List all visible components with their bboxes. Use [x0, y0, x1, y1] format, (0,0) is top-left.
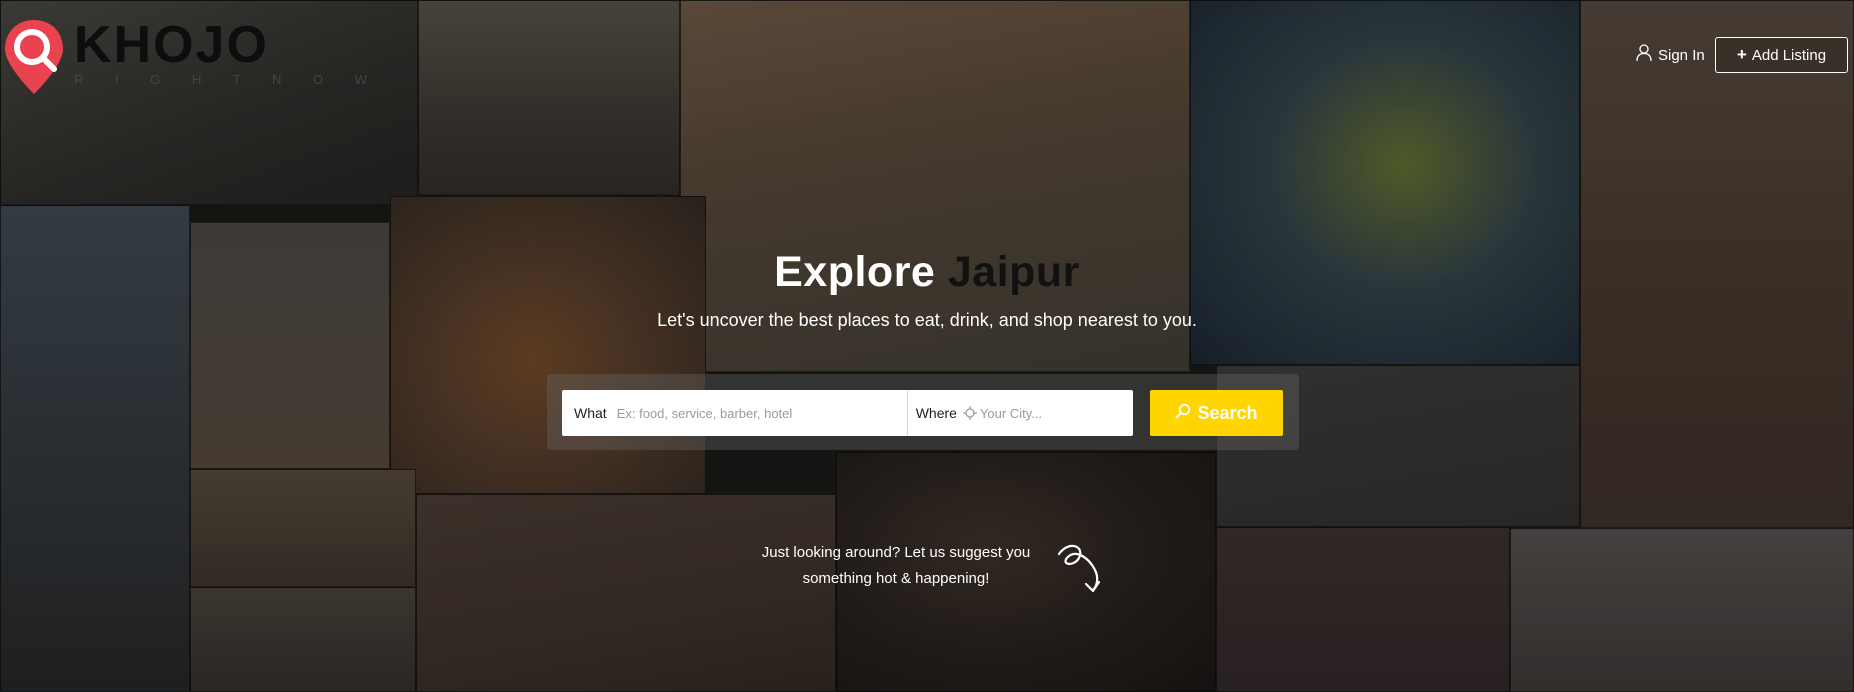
add-listing-label: Add Listing — [1751, 46, 1827, 64]
logo[interactable]: KHOJO R I G H T N O W — [2, 18, 381, 96]
user-icon — [1636, 44, 1652, 66]
logo-tagline: R I G H T N O W — [74, 72, 382, 87]
plus-icon: + — [1736, 45, 1747, 64]
logo-word: KHOJO — [74, 16, 269, 74]
curly-arrow-icon — [1055, 540, 1111, 596]
hero-title: Explore Jaipur — [0, 248, 1854, 297]
add-listing-button[interactable]: + Add Listing — [1715, 37, 1848, 73]
search-icon — [1175, 403, 1191, 424]
search-button-label: Search — [1197, 402, 1258, 423]
hero-title-city: Jaipur — [947, 248, 1080, 296]
what-input[interactable] — [616, 390, 907, 436]
search-bar: What Where — [562, 390, 1133, 436]
hero-subtitle: Let's uncover the best places to eat, dr… — [657, 310, 1197, 330]
search-button[interactable]: Search — [1150, 390, 1283, 436]
signin-link[interactable]: Sign In — [1636, 44, 1705, 66]
hero-title-prefix: Explore — [774, 248, 936, 296]
logo-text: KHOJO R I G H T N O W — [74, 16, 382, 87]
signin-label: Sign In — [1658, 46, 1705, 64]
target-icon — [962, 406, 977, 420]
what-label: What — [574, 405, 607, 421]
where-field[interactable]: Where — [908, 390, 1100, 436]
map-pin-search-icon — [2, 18, 66, 96]
where-input[interactable] — [979, 390, 1100, 436]
where-label: Where — [915, 405, 957, 421]
suggestion-text: Just looking around? Let us suggest you … — [761, 544, 1031, 587]
